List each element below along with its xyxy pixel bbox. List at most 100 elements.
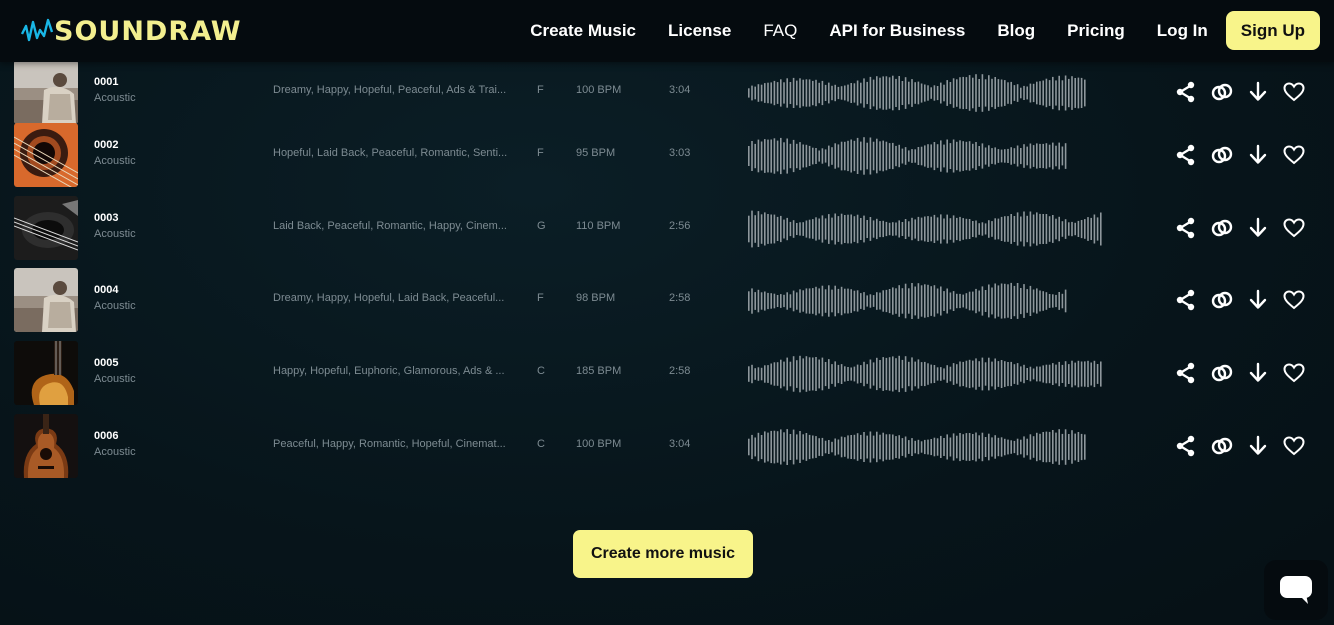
waveform-bar	[879, 141, 881, 171]
nav-create-music[interactable]: Create Music	[530, 22, 636, 39]
waveform-bar	[1096, 364, 1099, 384]
download-icon[interactable]	[1246, 361, 1270, 385]
download-icon[interactable]	[1246, 288, 1270, 312]
waveform-bar	[965, 141, 968, 171]
nav-api-for-business[interactable]: API for Business	[829, 22, 965, 39]
track-actions	[1174, 434, 1318, 458]
share-icon[interactable]	[1174, 216, 1198, 240]
waveform-bar	[780, 137, 782, 175]
track-thumbnail[interactable]	[14, 341, 78, 405]
share-icon[interactable]	[1174, 434, 1198, 458]
chat-widget[interactable]	[1264, 560, 1328, 620]
waveform-bar	[786, 217, 788, 241]
waveform-bar	[962, 141, 964, 171]
waveform-bar	[760, 214, 763, 244]
nav-blog[interactable]: Blog	[997, 22, 1035, 39]
waveform-bar	[1007, 216, 1009, 242]
track-waveform[interactable]	[748, 136, 1070, 176]
heart-icon[interactable]	[1282, 434, 1306, 458]
track-thumbnail[interactable]	[14, 196, 78, 260]
download-icon[interactable]	[1246, 216, 1270, 240]
waveform-bar	[981, 432, 984, 462]
track-waveform[interactable]	[748, 354, 1104, 394]
waveform-bar	[869, 137, 872, 175]
track-waveform[interactable]	[748, 209, 1104, 249]
track-title[interactable]: 0001	[94, 76, 118, 88]
share-icon[interactable]	[1174, 361, 1198, 385]
waveform-bar	[901, 222, 904, 236]
waveform-bar	[914, 82, 916, 104]
link-icon[interactable]	[1210, 288, 1234, 312]
track-row[interactable]: 0005 Acoustic Happy, Hopeful, Euphoric, Gl…	[0, 341, 1334, 407]
waveform-bar	[879, 221, 881, 238]
link-icon[interactable]	[1210, 434, 1234, 458]
track-waveform[interactable]	[748, 73, 1088, 113]
waveform-bar	[975, 142, 977, 170]
waveform-bar	[940, 435, 942, 458]
download-icon[interactable]	[1246, 434, 1270, 458]
track-row[interactable]: 0002 Acoustic Hopeful, Laid Back, Peaceful…	[0, 123, 1334, 189]
track-title[interactable]: 0002	[94, 139, 118, 151]
create-more-music-button[interactable]: Create more music	[573, 530, 753, 578]
nav-log-in[interactable]: Log In	[1157, 22, 1208, 39]
waveform-bar	[869, 217, 872, 241]
waveform-bar	[1055, 364, 1057, 384]
track-title[interactable]: 0003	[94, 212, 118, 224]
track-row[interactable]: 0004 Acoustic Dreamy, Happy, Hopeful, Laid…	[0, 268, 1334, 334]
share-icon[interactable]	[1174, 143, 1198, 167]
waveform-bar	[828, 82, 830, 104]
nav-faq[interactable]: FAQ	[763, 22, 797, 39]
track-actions	[1174, 216, 1318, 240]
track-thumbnail[interactable]	[14, 123, 78, 187]
share-icon[interactable]	[1174, 288, 1198, 312]
waveform-bar	[888, 222, 891, 236]
track-thumbnail[interactable]	[14, 268, 78, 332]
download-icon[interactable]	[1246, 80, 1270, 104]
waveform-bar	[850, 83, 852, 103]
heart-icon[interactable]	[1282, 288, 1306, 312]
track-waveform[interactable]	[748, 427, 1088, 467]
waveform-bar	[968, 141, 971, 171]
track-title[interactable]: 0006	[94, 430, 118, 442]
waveform-bar	[789, 361, 792, 387]
heart-icon[interactable]	[1282, 216, 1306, 240]
share-icon[interactable]	[1174, 80, 1198, 104]
waveform-bar	[908, 221, 910, 237]
track-row[interactable]: 0006 Acoustic Peaceful, Happy, Romantic, H…	[0, 414, 1334, 480]
nav-license[interactable]: License	[668, 22, 731, 39]
track-thumbnail[interactable]	[14, 414, 78, 478]
track-key: F	[537, 147, 544, 159]
nav-pricing[interactable]: Pricing	[1067, 22, 1125, 39]
waveform-bar	[872, 435, 875, 459]
link-icon[interactable]	[1210, 143, 1234, 167]
track-row[interactable]: 0001 Acoustic Dreamy, Happy, Hopeful, Peac…	[0, 60, 1334, 126]
waveform-bar	[991, 361, 993, 387]
waveform-bar	[984, 362, 987, 386]
waveform-bar	[1016, 363, 1019, 385]
heart-icon[interactable]	[1282, 143, 1306, 167]
waveform-bar	[978, 290, 980, 312]
waveform-bar	[812, 147, 814, 165]
heart-icon[interactable]	[1282, 361, 1306, 385]
download-icon[interactable]	[1246, 143, 1270, 167]
track-thumbnail[interactable]	[14, 60, 78, 124]
track-waveform[interactable]	[748, 281, 1070, 321]
waveform-bar	[956, 217, 958, 241]
logo[interactable]: SOUNDRAW	[20, 14, 242, 48]
waveform-bar	[959, 216, 961, 242]
waveform-bar	[824, 289, 827, 313]
waveform-bar	[1039, 81, 1041, 105]
track-title[interactable]: 0004	[94, 284, 118, 296]
sign-up-button[interactable]: Sign Up	[1225, 10, 1320, 50]
link-icon[interactable]	[1210, 361, 1234, 385]
track-title[interactable]: 0005	[94, 357, 118, 369]
waveform-bar	[754, 86, 756, 100]
link-icon[interactable]	[1210, 216, 1234, 240]
heart-icon[interactable]	[1282, 80, 1306, 104]
track-row[interactable]: 0003 Acoustic Laid Back, Peaceful, Romanti…	[0, 196, 1334, 262]
waveform-bar	[1084, 361, 1086, 387]
waveform-bar	[792, 290, 795, 312]
waveform-bar	[943, 84, 945, 102]
waveform-bar	[805, 288, 808, 314]
link-icon[interactable]	[1210, 80, 1234, 104]
